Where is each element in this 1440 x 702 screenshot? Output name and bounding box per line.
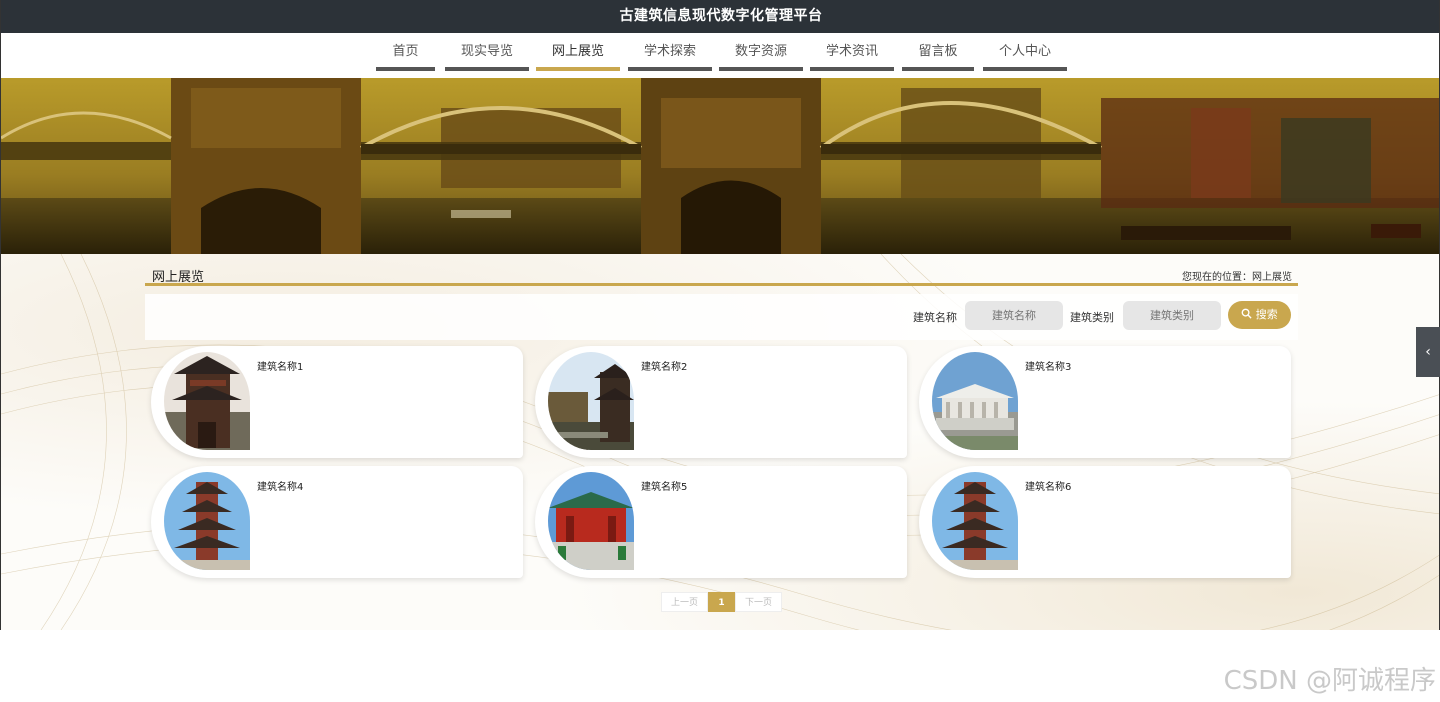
site-title: 古建筑信息现代数字化管理平台: [619, 8, 823, 24]
nav-item-message-board[interactable]: 留言板: [902, 33, 974, 71]
main-nav: 首页 现实导览 网上展览 学术探索 数字资源 学术资讯 留言板 个人中心: [1, 33, 1439, 78]
side-panel-toggle[interactable]: ‹: [1416, 327, 1440, 377]
building-thumbnail-pagoda: [164, 472, 250, 570]
building-card-name: 建筑名称3: [1025, 362, 1072, 373]
building-thumbnail-pagoda: [932, 472, 1018, 570]
building-card[interactable]: 建筑名称3: [919, 346, 1291, 458]
building-card[interactable]: 建筑名称4: [151, 466, 523, 578]
site-title-bar: 古建筑信息现代数字化管理平台: [1, 0, 1439, 33]
nav-item-tour[interactable]: 现实导览: [445, 33, 529, 71]
search-icon: [1241, 308, 1252, 319]
prev-page-button[interactable]: 上一页: [661, 592, 708, 612]
building-name-label: 建筑名称: [913, 311, 957, 324]
building-card-name: 建筑名称6: [1025, 482, 1072, 493]
building-thumbnail-tower: [164, 352, 250, 450]
building-type-input[interactable]: [1123, 301, 1221, 330]
building-thumbnail-palace: [548, 472, 634, 570]
main-content: 网上展览 您现在的位置：网上展览 建筑名称 建筑类别 搜索: [1, 254, 1439, 630]
building-card-name: 建筑名称2: [641, 362, 688, 373]
nav-item-academic-explore[interactable]: 学术探索: [628, 33, 712, 71]
building-card[interactable]: 建筑名称1: [151, 346, 523, 458]
nav-item-personal-center[interactable]: 个人中心: [983, 33, 1067, 71]
building-thumbnail-pavilion: [548, 352, 634, 450]
section-title: 网上展览: [152, 270, 205, 285]
nav-item-home[interactable]: 首页: [376, 33, 435, 71]
building-card[interactable]: 建筑名称2: [535, 346, 907, 458]
building-card-name: 建筑名称5: [641, 482, 688, 493]
building-card-name: 建筑名称1: [257, 362, 304, 373]
search-button[interactable]: 搜索: [1228, 301, 1291, 329]
building-card[interactable]: 建筑名称5: [535, 466, 907, 578]
page-1-button[interactable]: 1: [708, 592, 735, 612]
nav-item-digital-resources[interactable]: 数字资源: [719, 33, 803, 71]
hero-banner-image: [1, 78, 1439, 254]
building-name-input[interactable]: [965, 301, 1063, 330]
search-panel: 建筑名称 建筑类别 搜索: [145, 294, 1298, 340]
next-page-button[interactable]: 下一页: [735, 592, 782, 612]
building-type-label: 建筑类别: [1070, 311, 1114, 324]
chevron-left-icon: ‹: [1425, 344, 1431, 360]
section-header: 网上展览 您现在的位置：网上展览: [145, 266, 1298, 286]
nav-item-exhibition[interactable]: 网上展览: [536, 33, 620, 71]
page-frame: 古建筑信息现代数字化管理平台 首页 现实导览 网上展览 学术探索 数字资源 学术…: [0, 0, 1440, 630]
building-card[interactable]: 建筑名称6: [919, 466, 1291, 578]
breadcrumb: 您现在的位置：网上展览: [1182, 272, 1292, 283]
building-card-name: 建筑名称4: [257, 482, 304, 493]
nav-item-academic-news[interactable]: 学术资讯: [810, 33, 894, 71]
search-button-label: 搜索: [1255, 308, 1278, 321]
watermark: CSDN @阿诚程序: [1223, 666, 1436, 696]
building-thumbnail-hall: [932, 352, 1018, 450]
